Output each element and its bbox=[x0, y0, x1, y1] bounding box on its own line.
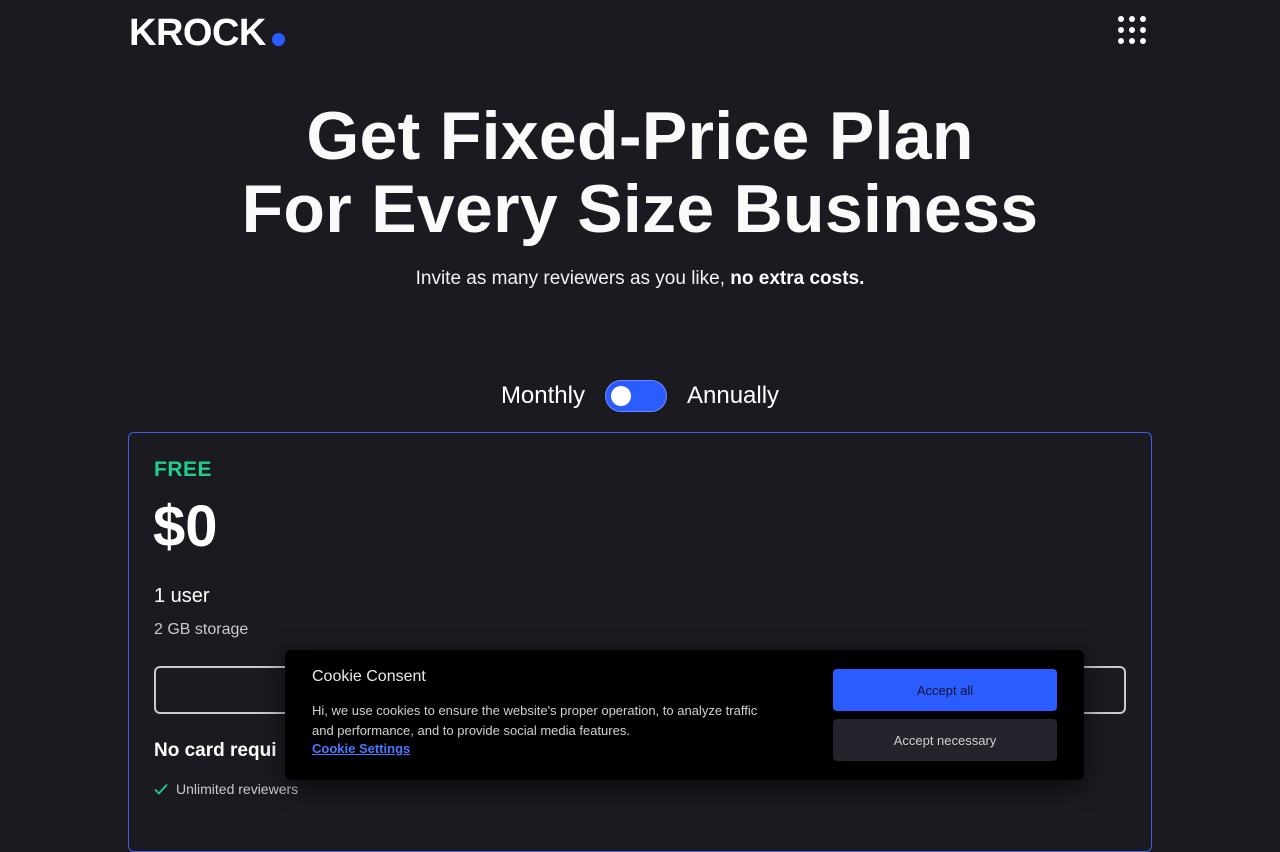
check-icon bbox=[154, 783, 168, 795]
billing-period-toggle: Monthly Annually bbox=[0, 380, 1280, 412]
monthly-label[interactable]: Monthly bbox=[501, 382, 585, 410]
switch-knob bbox=[610, 386, 631, 406]
plan-card-free: FREE $0 1 user 2 GB storage No card requ… bbox=[128, 432, 1152, 852]
logo-dot bbox=[271, 33, 285, 46]
plan-price: $0 bbox=[153, 494, 218, 559]
plan-name: FREE bbox=[154, 458, 213, 481]
cookie-settings-link[interactable]: Cookie Settings bbox=[312, 741, 410, 756]
accept-necessary-button[interactable]: Accept necessary bbox=[833, 719, 1057, 761]
page-title-line-2: For Every Size Business bbox=[241, 171, 1039, 247]
cookie-description: Hi, we use cookies to ensure the website… bbox=[312, 703, 758, 738]
page-title: Get Fixed-Price Plan For Every Size Busi… bbox=[0, 100, 1280, 246]
feature-label: Unlimited reviewers bbox=[176, 781, 299, 797]
feature-item: Unlimited reviewers bbox=[154, 781, 298, 797]
annually-label[interactable]: Annually bbox=[687, 382, 779, 410]
logo-text: KROCK bbox=[129, 12, 266, 54]
page-subtitle: Invite as many reviewers as you like, no… bbox=[0, 268, 1280, 290]
cookie-consent-banner: Cookie Consent Hi, we use cookies to ens… bbox=[285, 650, 1084, 780]
subtitle-text: Invite as many reviewers as you like, bbox=[415, 268, 731, 289]
subtitle-emphasis: no extra costs. bbox=[730, 268, 865, 289]
billing-switch[interactable] bbox=[604, 380, 667, 412]
logo[interactable]: KROCK bbox=[129, 13, 285, 53]
accept-all-button[interactable]: Accept all bbox=[833, 669, 1057, 711]
cookie-title: Cookie Consent bbox=[312, 668, 426, 685]
plan-users: 1 user bbox=[154, 585, 210, 607]
grid-dots-icon[interactable] bbox=[1116, 14, 1148, 46]
page-title-line-1: Get Fixed-Price Plan bbox=[306, 98, 974, 174]
no-card-note: No card requi bbox=[154, 740, 277, 761]
plan-storage: 2 GB storage bbox=[154, 621, 249, 638]
